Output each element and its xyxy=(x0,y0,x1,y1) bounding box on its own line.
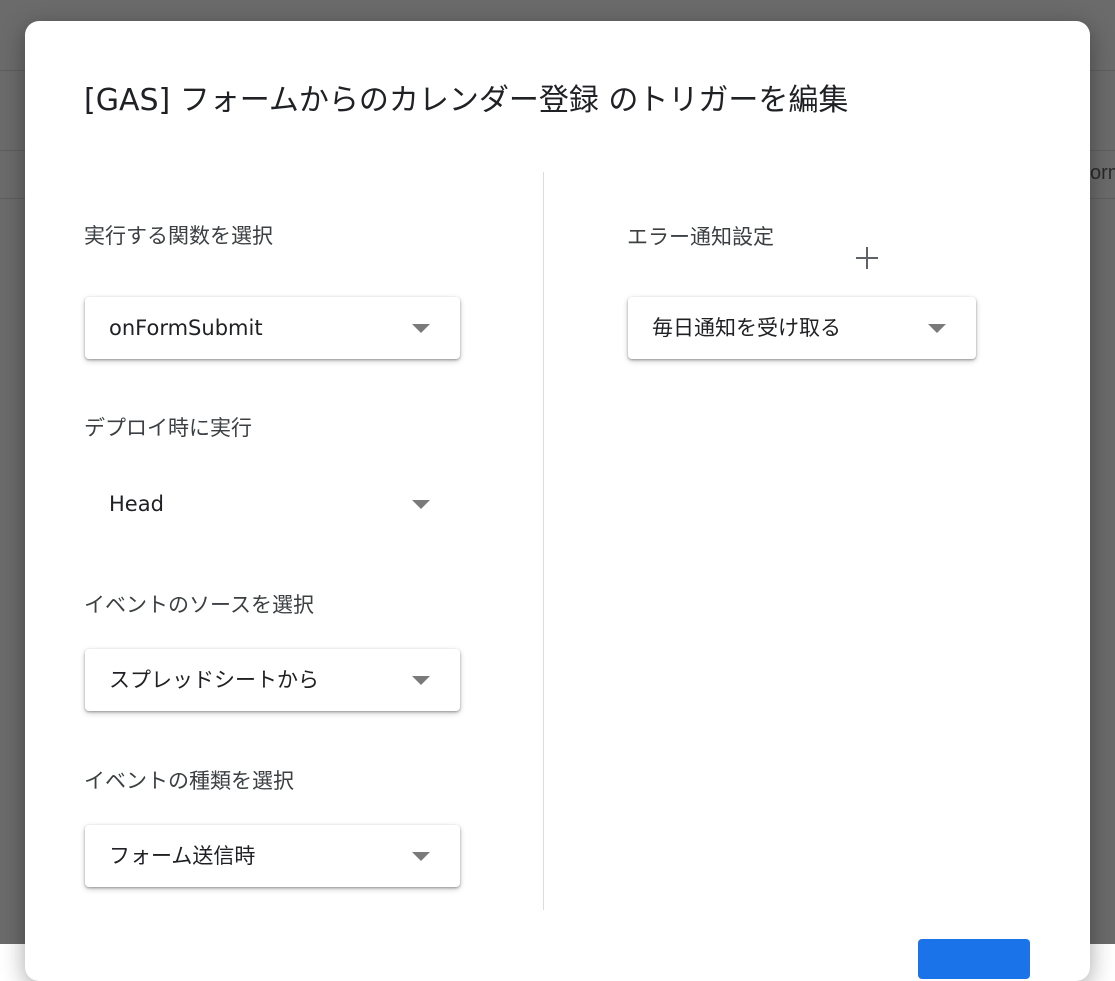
column-divider xyxy=(543,172,544,910)
deploy-select-value: Head xyxy=(109,492,164,516)
error-notification-label: エラー通知設定 xyxy=(627,225,774,249)
chevron-down-icon xyxy=(412,676,430,685)
chevron-down-icon xyxy=(412,500,430,509)
deploy-label: デプロイ時に実行 xyxy=(84,416,252,440)
background-peek-text: orm xyxy=(1090,162,1115,184)
event-type-label: イベントの種類を選択 xyxy=(84,769,294,793)
function-label: 実行する関数を選択 xyxy=(84,224,273,248)
event-source-select[interactable]: スプレッドシートから xyxy=(85,649,460,711)
error-notification-select-value: 毎日通知を受け取る xyxy=(652,316,841,340)
error-notification-select[interactable]: 毎日通知を受け取る xyxy=(628,297,976,359)
function-select-value: onFormSubmit xyxy=(109,316,263,340)
chevron-down-icon xyxy=(412,324,430,333)
dialog-title: [GAS] フォームからのカレンダー登録 のトリガーを編集 xyxy=(84,83,849,118)
save-button[interactable] xyxy=(918,939,1030,979)
event-source-label: イベントのソースを選択 xyxy=(84,593,314,617)
chevron-down-icon xyxy=(928,324,946,333)
event-source-select-value: スプレッドシートから xyxy=(109,668,319,692)
edit-trigger-dialog: [GAS] フォームからのカレンダー登録 のトリガーを編集 実行する関数を選択 … xyxy=(25,21,1090,981)
plus-icon[interactable] xyxy=(854,245,880,271)
chevron-down-icon xyxy=(412,852,430,861)
function-select[interactable]: onFormSubmit xyxy=(85,297,460,359)
event-type-select-value: フォーム送信時 xyxy=(109,844,256,868)
event-type-select[interactable]: フォーム送信時 xyxy=(85,825,460,887)
deploy-select[interactable]: Head xyxy=(85,473,460,535)
